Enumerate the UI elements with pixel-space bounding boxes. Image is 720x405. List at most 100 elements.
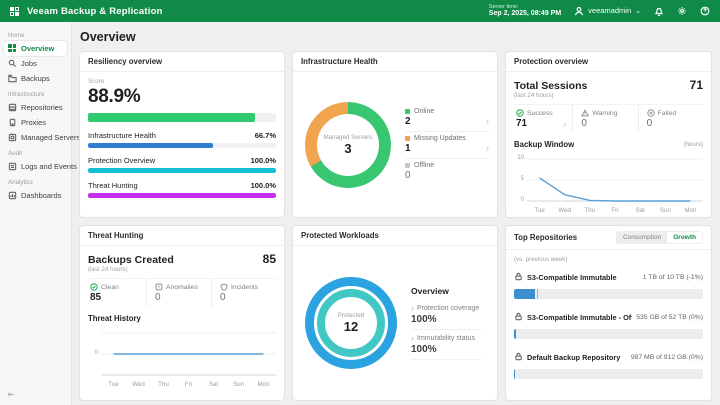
protection-overview-card: Protection overview Total Sessions 71 (l… (505, 51, 712, 218)
sidebar-item-proxies[interactable]: Proxies (4, 115, 67, 130)
overview-grid-icon (8, 44, 17, 53)
donut-center-value: 3 (344, 141, 351, 156)
sidebar-item-overview[interactable]: Overview (4, 41, 67, 56)
user-icon (573, 5, 584, 16)
backups-created-subtitle: (last 24 hours) (88, 266, 276, 273)
server-time-label: Server time: (489, 4, 561, 10)
donut-center-label: Protected (338, 312, 364, 319)
total-sessions-subtitle: (last 24 hours) (514, 92, 703, 99)
repo-row-s3-immutable-offsite[interactable]: S3-Compatible Immutable - Off-Site 535 G… (514, 308, 703, 339)
total-sessions-value: 71 (690, 78, 703, 92)
toggle-consumption[interactable]: Consumption (617, 232, 667, 243)
threat-hunting-card: Threat Hunting Backups Created 85 (last … (79, 225, 285, 401)
repo-bar (514, 289, 703, 299)
veeam-logo-icon (10, 7, 19, 16)
sidebar-item-label: Overview (21, 44, 54, 53)
help-button[interactable] (699, 5, 710, 16)
sidebar-item-label: Jobs (21, 59, 37, 68)
dashboards-icon (8, 191, 17, 200)
sidebar-section-audit: Audit (8, 150, 63, 157)
repo-bar (514, 369, 703, 379)
card-title: Infrastructure Health (301, 57, 378, 66)
sidebar-item-label: Dashboards (21, 191, 61, 200)
legend-item-offline: Offline 0 (405, 159, 489, 185)
sidebar-item-backups[interactable]: Backups (4, 71, 67, 86)
x-tick: Thu (577, 207, 602, 214)
metric-value: 100.0% (251, 181, 276, 190)
x-tick: Fri (176, 381, 201, 388)
user-menu[interactable]: veeamadmin ⌄ (573, 5, 641, 16)
previous-week-marker (537, 289, 539, 299)
threat-history-title: Threat History (88, 314, 141, 323)
sidebar-collapse-button[interactable]: ⇤ (4, 388, 67, 401)
chevron-right-icon: › (563, 119, 566, 129)
backups-created-value: 85 (263, 252, 276, 266)
clean-icon (90, 283, 98, 291)
chevron-right-icon: › (411, 303, 414, 313)
score-bar (88, 113, 276, 122)
card-title: Protection overview (514, 57, 588, 66)
overview-label: Overview (411, 286, 481, 296)
repository-lock-icon (514, 308, 523, 326)
protection-coverage-row: ›Protection coverage 100% (411, 300, 481, 330)
legend-value: 1 (405, 143, 411, 154)
donut-center-label: Managed Servers (324, 134, 373, 141)
repo-usage: 987 MB of 912 GB (0%) (631, 354, 703, 361)
stat-value: 85 (90, 292, 101, 303)
top-bar: Veeam Backup & Replication Server time: … (0, 0, 720, 22)
y-tick: 0 (95, 350, 98, 356)
settings-button[interactable] (676, 5, 687, 16)
repo-bar (514, 329, 703, 339)
toggle-growth[interactable]: Growth (667, 232, 702, 243)
legend-item-missing-updates[interactable]: Missing Updates 1› (405, 132, 489, 159)
sidebar-item-logs-and-events[interactable]: Logs and Events (4, 159, 67, 174)
kv-value: 100% (411, 314, 481, 325)
logs-icon (8, 162, 17, 171)
missing-updates-dot (405, 136, 410, 141)
notifications-button[interactable] (653, 5, 664, 16)
stat-label: Failed (658, 110, 677, 117)
page-title: Overview (80, 30, 712, 44)
chevron-right-icon: › (411, 333, 414, 343)
legend-item-online[interactable]: Online 2› (405, 105, 489, 132)
resiliency-overview-card: Resiliency overview Score 88.9% Infrastr… (79, 51, 285, 218)
sidebar-item-managed-servers[interactable]: Managed Servers (4, 130, 67, 145)
repo-name: S3-Compatible Immutable - Off-Site (527, 313, 632, 322)
offline-dot (405, 163, 410, 168)
repo-usage: 1 TB of 10 TB (-1%) (643, 274, 703, 281)
sidebar-item-label: Backups (21, 74, 50, 83)
sidebar-item-jobs[interactable]: Jobs (4, 56, 67, 71)
card-title: Resiliency overview (88, 57, 162, 66)
infrastructure-health-donut: Managed Servers 3 (305, 102, 391, 188)
stat-success[interactable]: Success 71› (514, 105, 572, 133)
backups-created-label: Backups Created (88, 254, 174, 266)
repository-lock-icon (514, 268, 523, 286)
score-label: Score (88, 78, 276, 85)
legend-value: 0 (405, 170, 411, 181)
repo-row-default-backup-repository[interactable]: Default Backup Repository 987 MB of 912 … (514, 348, 703, 379)
kv-label: Immutability status (417, 335, 475, 342)
backup-window-chart: 10 5 0 TueWedThuF (514, 153, 703, 214)
stat-label: Warning (592, 110, 617, 117)
user-name: veeamadmin (588, 6, 631, 15)
sidebar-item-dashboards[interactable]: Dashboards (4, 188, 67, 203)
x-tick: Tue (527, 207, 552, 214)
stat-label: Anomalies (166, 284, 198, 291)
x-tick: Sat (201, 381, 226, 388)
metric-label: Infrastructure Health (88, 131, 156, 140)
repo-name: S3-Compatible Immutable (527, 273, 639, 282)
repo-row-s3-immutable[interactable]: S3-Compatible Immutable 1 TB of 10 TB (-… (514, 268, 703, 299)
stat-value: 0 (220, 292, 226, 303)
backup-window-unit: (hours) (683, 141, 703, 148)
x-tick: Thu (151, 381, 176, 388)
repo-usage: 535 GB of 52 TB (0%) (636, 314, 703, 321)
sidebar-section-home: Home (8, 32, 63, 39)
chevron-right-icon: › (486, 143, 489, 153)
backup-window-title: Backup Window (514, 140, 574, 149)
sidebar-item-repositories[interactable]: Repositories (4, 100, 67, 115)
x-tick: Mon (678, 207, 703, 214)
repos-subtitle: (vs. previous week) (514, 256, 703, 263)
repository-lock-icon (514, 348, 523, 366)
legend-label: Online (414, 108, 434, 115)
stat-failed: Failed 0 (638, 105, 703, 133)
